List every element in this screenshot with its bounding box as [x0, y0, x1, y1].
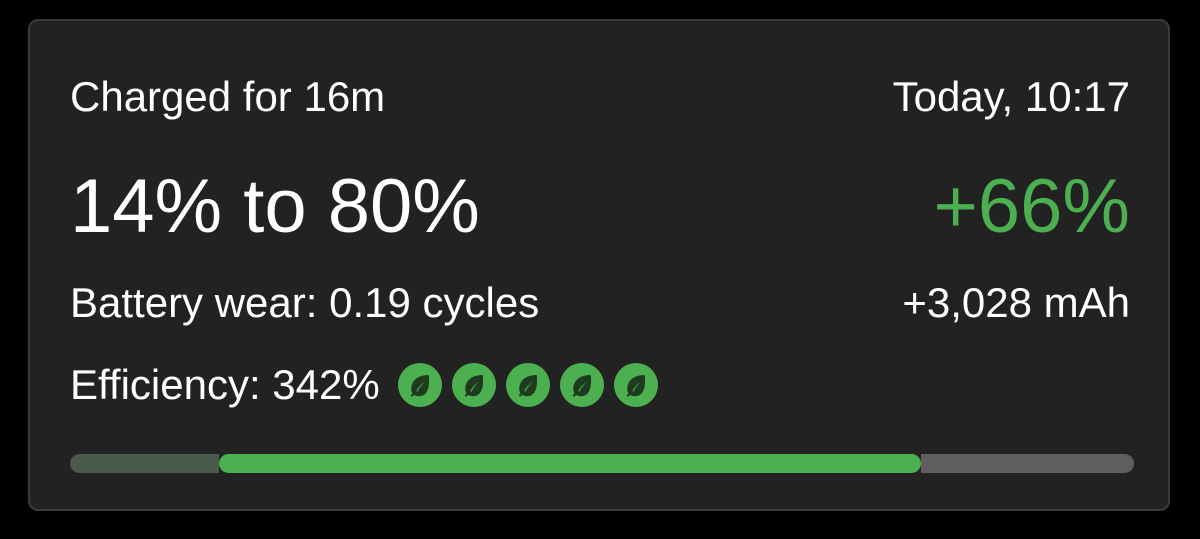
capacity-added: +3,028 mAh	[902, 279, 1130, 326]
battery-wear: Battery wear: 0.19 cycles	[70, 279, 540, 326]
charge-delta-percent: +66%	[933, 164, 1131, 249]
charge-timestamp: Today, 10:17	[892, 73, 1130, 120]
leaf-icon	[613, 363, 658, 407]
progress-before-segment	[70, 454, 219, 473]
efficiency-row: Efficiency: 342%	[70, 361, 1130, 409]
range-row: 14% to 80% +66%	[70, 163, 1130, 250]
progress-charged-segment	[218, 454, 922, 473]
charge-range: 14% to 80%	[70, 164, 480, 249]
charge-progress-bar	[70, 454, 1134, 473]
progress-remaining-segment	[921, 454, 1134, 473]
leaf-icon	[397, 363, 442, 407]
leaf-icon	[505, 363, 550, 407]
efficiency-label: Efficiency: 342%	[70, 361, 380, 408]
charge-duration: Charged for 16m	[70, 73, 386, 120]
leaf-icon	[559, 363, 604, 407]
charge-summary-card[interactable]: Charged for 16m Today, 10:17 14% to 80% …	[28, 19, 1170, 511]
efficiency-rating	[397, 363, 658, 407]
wear-row: Battery wear: 0.19 cycles +3,028 mAh	[70, 279, 1130, 327]
header-row: Charged for 16m Today, 10:17	[70, 73, 1130, 121]
leaf-icon	[451, 363, 496, 407]
